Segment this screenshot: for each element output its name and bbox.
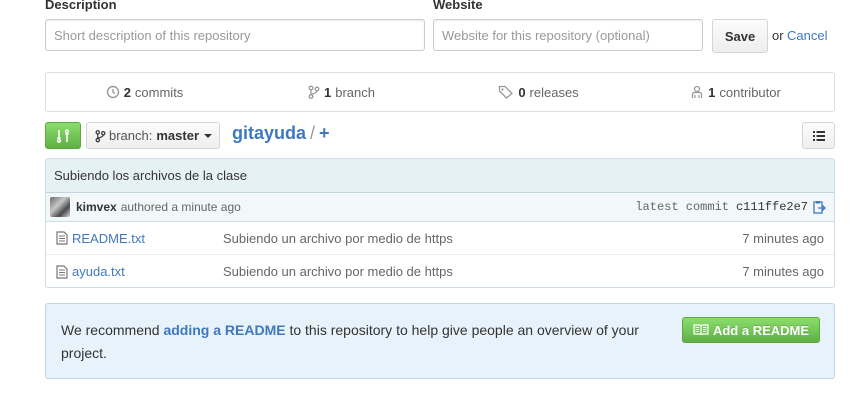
- file-link[interactable]: ayuda.txt: [72, 264, 125, 279]
- latest-commit-label: latest commit: [635, 200, 729, 214]
- compare-icon: [56, 128, 70, 143]
- contributors-label: contributor: [719, 84, 781, 100]
- table-row: README.txt Subiendo un archivo por medio…: [46, 222, 834, 255]
- branch-prefix: branch:: [109, 128, 153, 143]
- contributors-link[interactable]: 1 contributor: [637, 73, 834, 111]
- readme-text-before: We recommend: [61, 322, 164, 338]
- description-input[interactable]: [45, 19, 425, 51]
- branch-icon: [95, 129, 106, 142]
- branch-icon: [308, 85, 320, 99]
- commits-label: commits: [134, 84, 184, 100]
- organization-icon: [692, 85, 703, 98]
- latest-commit: latest commit c111ffe2e7: [635, 200, 826, 214]
- add-readme-button[interactable]: Add a README: [682, 317, 820, 343]
- add-readme-link[interactable]: adding a README: [163, 322, 285, 338]
- numbers-summary: 2 commits 1 branch 0 releases 1 contribu…: [45, 72, 835, 112]
- author-link[interactable]: kimvex: [76, 200, 117, 214]
- or-text: or: [772, 28, 784, 43]
- branches-label: branch: [335, 84, 375, 100]
- history-icon: [106, 85, 119, 99]
- commit-sha-link[interactable]: c111ffe2e7: [736, 200, 808, 214]
- save-button[interactable]: Save: [712, 19, 768, 53]
- branches-count: 1: [324, 84, 332, 100]
- file-text-icon: [56, 264, 68, 279]
- commits-count: 2: [123, 84, 131, 100]
- file-browser: Subiendo los archivos de la clase kimvex…: [45, 158, 835, 288]
- description-label: Description: [45, 0, 117, 12]
- website-label: Website: [433, 0, 483, 12]
- file-commit-message[interactable]: Subiendo un archivo por medio de https: [223, 264, 742, 279]
- breadcrumb: gitayuda / +: [232, 123, 330, 144]
- authored-text: authored a minute ago: [120, 200, 241, 214]
- add-readme-label: Add a README: [712, 322, 810, 338]
- file-link[interactable]: README.txt: [72, 231, 145, 246]
- releases-link[interactable]: 0 releases: [440, 73, 637, 111]
- website-input[interactable]: [433, 19, 703, 51]
- readme-prompt: We recommend adding a README to this rep…: [45, 303, 835, 379]
- file-age: 7 minutes ago: [742, 264, 824, 279]
- list-icon: [812, 130, 825, 141]
- commit-meta: kimvex authored a minute ago latest comm…: [46, 193, 834, 222]
- branch-select-button[interactable]: branch: master: [86, 122, 220, 149]
- new-file-link[interactable]: +: [319, 123, 330, 143]
- file-age: 7 minutes ago: [742, 230, 824, 246]
- readme-prompt-text: We recommend adding a README to this rep…: [61, 319, 661, 365]
- compare-button[interactable]: [45, 122, 81, 149]
- tag-icon: [499, 85, 514, 99]
- branch-name: master: [156, 128, 200, 143]
- file-text-icon: [56, 231, 68, 245]
- repo-name-link[interactable]: gitayuda: [232, 123, 306, 143]
- book-icon: [693, 324, 709, 336]
- list-view-button[interactable]: [802, 122, 835, 149]
- commit-message: Subiendo los archivos de la clase: [46, 159, 834, 193]
- path-separator: /: [310, 123, 316, 143]
- branches-link[interactable]: 1 branch: [243, 73, 440, 111]
- cancel-link[interactable]: Cancel: [787, 28, 827, 43]
- releases-label: releases: [529, 84, 579, 100]
- file-commit-message[interactable]: Subiendo un archivo por medio de https: [223, 231, 742, 246]
- table-row: ayuda.txt Subiendo un archivo por medio …: [46, 255, 834, 287]
- commits-link[interactable]: 2 commits: [46, 73, 243, 111]
- releases-count: 0: [518, 84, 526, 100]
- chevron-down-icon: [204, 133, 213, 138]
- clipboard-icon[interactable]: [812, 200, 826, 214]
- contributors-count: 1: [708, 84, 716, 100]
- avatar[interactable]: [50, 197, 70, 217]
